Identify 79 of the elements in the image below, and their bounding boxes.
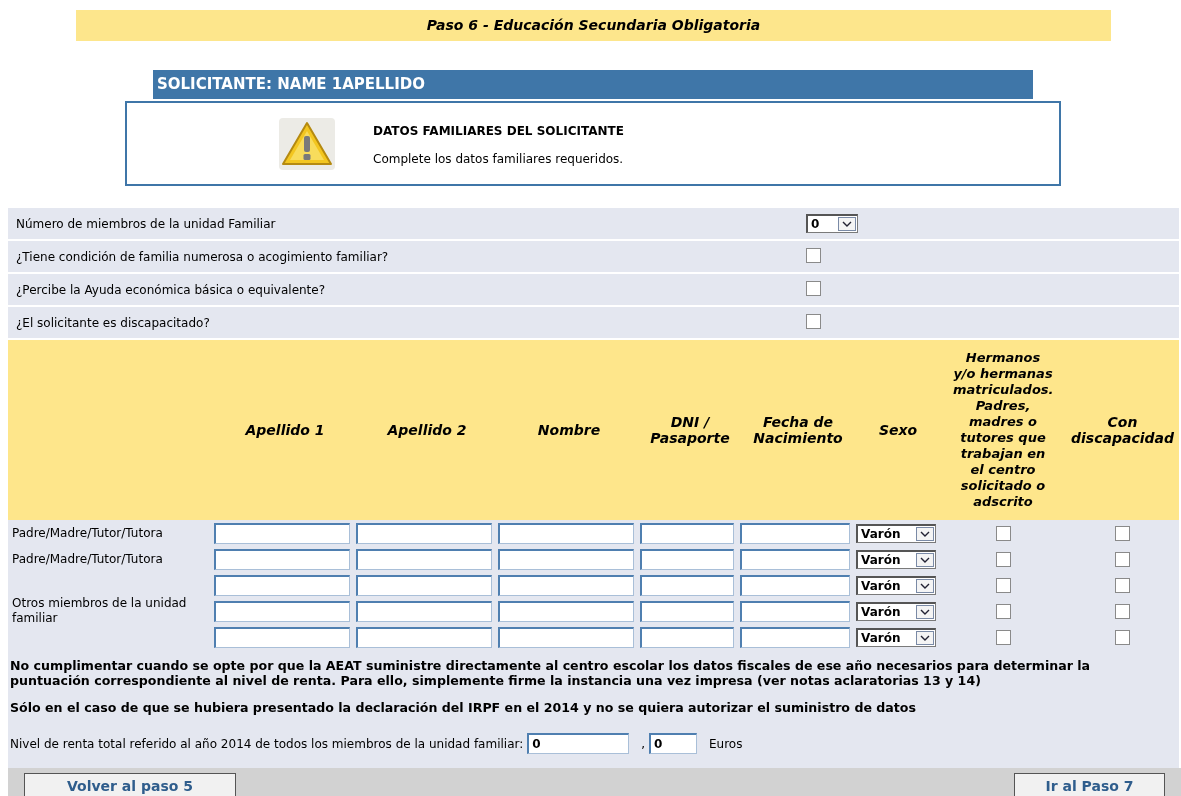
currency-unit: Euros (708, 736, 743, 751)
dropdown[interactable]: Varón (856, 601, 936, 621)
text-field[interactable] (740, 626, 850, 648)
caret-icon (916, 578, 934, 593)
text-field[interactable] (498, 626, 634, 648)
text-field[interactable] (214, 522, 350, 544)
note-text: No cumplimentar cuando se opte por que la AEAT suministre directamente al centro escolar los datos fiscales de ese año necesarios para determinar la puntuación correspondiente al nivel de renta. Para ello, simplemente firme la instancia una vez impresa (ver notas aclaratorias 13 y 14) (10, 658, 1092, 688)
dropdown[interactable]: Varón (856, 627, 936, 647)
column-header: Nombre (498, 340, 640, 520)
checkbox[interactable] (806, 280, 821, 296)
decimal-separator: , (641, 736, 645, 751)
text-field[interactable] (740, 574, 850, 596)
row-label: Padre/Madre/Tutor/Tutora (11, 525, 164, 542)
text-field[interactable] (740, 600, 850, 622)
dropdown[interactable]: Varón (856, 523, 936, 543)
text-field[interactable] (498, 522, 634, 544)
text-field[interactable] (214, 574, 350, 596)
checkbox[interactable] (1115, 603, 1130, 619)
text-field[interactable] (356, 574, 492, 596)
income-label: Nivel de renta total referido al año 2014 de todos los miembros de la unidad familiar: (10, 736, 524, 751)
text-field[interactable] (498, 548, 634, 570)
question-label: ¿El solicitante es discapacitado? (15, 315, 211, 330)
column-header: Apellido 1 (214, 340, 356, 520)
checkbox[interactable] (995, 629, 1011, 645)
text-field[interactable] (214, 548, 350, 570)
checkbox[interactable] (1115, 629, 1130, 645)
checkbox[interactable] (1115, 577, 1130, 593)
dropdown[interactable]: Varón (856, 575, 936, 595)
checkbox[interactable] (1115, 551, 1130, 567)
text-field[interactable] (498, 600, 634, 622)
caret-icon (916, 552, 934, 567)
applicant-header: SOLICITANTE: NAME 1APELLIDO (153, 70, 1033, 99)
caret-icon (916, 526, 934, 541)
row-label: Padre/Madre/Tutor/Tutora (11, 551, 164, 568)
back-button[interactable]: Volver al paso 5 (24, 773, 236, 796)
question-label: ¿Percibe la Ayuda económica básica o equivalente? (15, 282, 327, 297)
income-field[interactable]: 0 (527, 733, 630, 754)
text-field[interactable] (356, 522, 492, 544)
text-field[interactable] (640, 600, 734, 622)
notice-title: DATOS FAMILIARES DEL SOLICITANTE (373, 123, 624, 138)
text-field[interactable] (214, 626, 350, 648)
checkbox[interactable] (806, 247, 821, 263)
dropdown[interactable]: 0 (806, 214, 858, 233)
text-field[interactable] (498, 574, 634, 596)
column-header: Sexo (856, 340, 940, 520)
text-field[interactable] (356, 548, 492, 570)
note-text: Sólo en el caso de que se hubiera presentado la declaración del IRPF en el 2014 y no se quiera autorizar el suministro de datos (10, 700, 918, 715)
checkbox[interactable] (995, 525, 1011, 541)
step-title: Paso 6 - Educación Secundaria Obligatoria (76, 10, 1111, 41)
column-header: DNI / Pasaporte (640, 340, 740, 520)
question-label: Número de miembros de la unidad Familiar (15, 216, 277, 231)
column-header: Hermanos y/o hermanas matriculados. Padres, madres o tutores que trabajan en el centro solicitado o adscrito (940, 340, 1066, 520)
text-field[interactable] (740, 522, 850, 544)
dropdown[interactable]: Varón (856, 549, 936, 569)
decimals-field[interactable]: 0 (648, 733, 697, 754)
caret-icon (916, 604, 934, 619)
column-header: Apellido 2 (356, 340, 498, 520)
column-header: Con discapacidad (1066, 340, 1179, 520)
checkbox[interactable] (995, 551, 1011, 567)
text-field[interactable] (640, 548, 734, 570)
next-button[interactable]: Ir al Paso 7 (1014, 773, 1165, 796)
notice-message: Complete los datos familiares requeridos. (373, 151, 624, 166)
checkbox[interactable] (806, 313, 821, 329)
checkbox[interactable] (995, 577, 1011, 593)
text-field[interactable] (640, 522, 734, 544)
text-field[interactable] (356, 626, 492, 648)
text-field[interactable] (640, 574, 734, 596)
text-field[interactable] (356, 600, 492, 622)
checkbox[interactable] (1115, 525, 1130, 541)
text-field[interactable] (740, 548, 850, 570)
row-label: Otros miembros de la unidad familiar (12, 596, 188, 626)
caret-icon (838, 217, 856, 231)
text-field[interactable] (640, 626, 734, 648)
question-label: ¿Tiene condición de familia numerosa o acogimiento familiar? (15, 249, 390, 264)
warning-icon (279, 117, 335, 170)
caret-icon (916, 630, 934, 645)
text-field[interactable] (214, 600, 350, 622)
checkbox[interactable] (995, 603, 1011, 619)
column-header: Fecha de Nacimiento (740, 340, 856, 520)
